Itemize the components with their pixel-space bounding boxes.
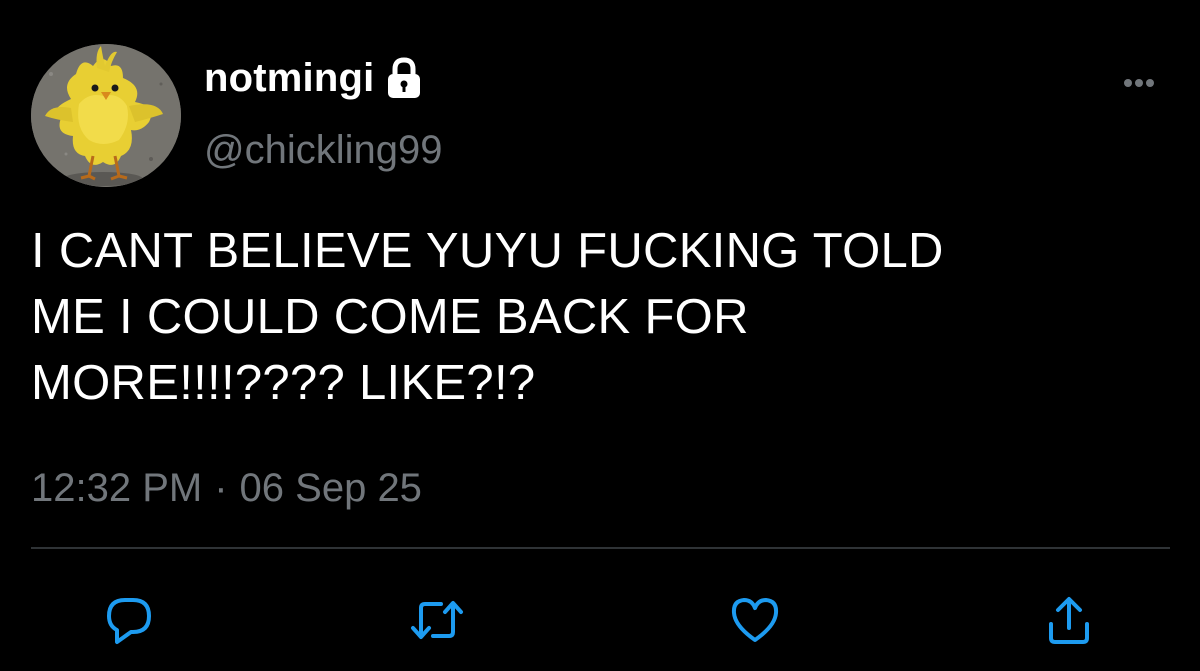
tweet-time: 12:32 PM bbox=[31, 466, 203, 510]
reply-button[interactable] bbox=[97, 588, 161, 652]
tweet-date: 06 Sep 25 bbox=[239, 466, 422, 510]
display-name-row: notmingi bbox=[204, 52, 426, 104]
display-name[interactable]: notmingi bbox=[204, 52, 374, 104]
share-icon bbox=[1049, 597, 1089, 644]
user-handle[interactable]: @chickling99 bbox=[204, 124, 443, 176]
lock-icon bbox=[382, 56, 426, 100]
chick-avatar-image bbox=[31, 44, 181, 187]
tweet: notmingi @chickling99 I CANT BELIEVE YUY… bbox=[0, 0, 1200, 671]
reply-icon bbox=[107, 598, 151, 644]
heart-icon bbox=[731, 598, 779, 642]
share-button[interactable] bbox=[1037, 588, 1101, 652]
meta-separator: · bbox=[214, 466, 228, 510]
more-horizontal-icon[interactable] bbox=[1112, 70, 1166, 96]
divider bbox=[31, 547, 1170, 549]
like-button[interactable] bbox=[723, 588, 787, 652]
avatar[interactable] bbox=[31, 44, 181, 187]
tweet-timestamp[interactable]: 12:32 PM · 06 Sep 25 bbox=[31, 462, 422, 514]
retweet-button[interactable] bbox=[405, 588, 469, 652]
tweet-text: I CANT BELIEVE YUYU FUCKING TOLD ME I CO… bbox=[31, 224, 944, 410]
retweet-icon bbox=[411, 601, 463, 639]
